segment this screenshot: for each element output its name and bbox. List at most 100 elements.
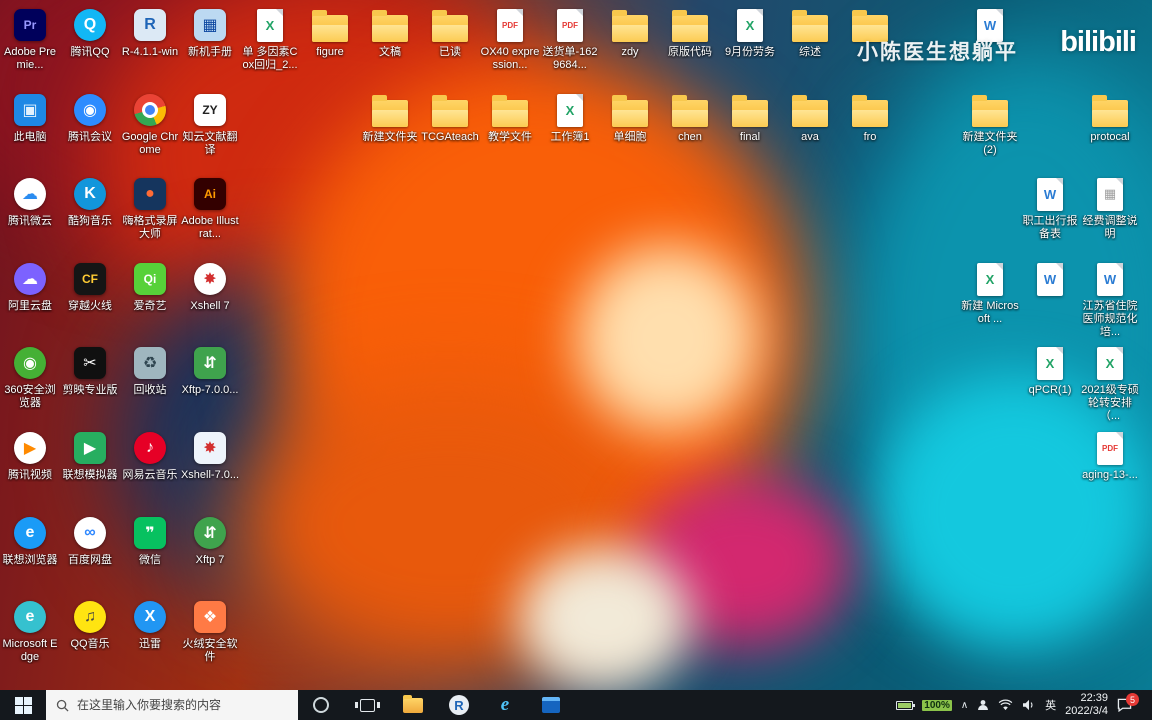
desktop-icon-360-browser[interactable]: ◉ 360安全浏览器 [0,344,60,410]
battery-icon[interactable] [896,700,916,710]
desktop[interactable]: 小陈医生想躺平 bilibili Pr Adobe Premie... ▣ 此电脑 ☁ 腾… [0,0,1152,720]
icon-label: Microsoft Edge [2,638,58,664]
input-language-indicator[interactable]: 英 [1045,697,1056,713]
desktop-icon-recycle-bin[interactable]: ♻ 回收站 [120,344,180,397]
desktop-icon-capcut[interactable]: ✂ 剪映专业版 [60,344,120,397]
desktop-icon-pdf-aging13[interactable]: PDF aging-13-... [1080,429,1140,482]
desktop-icon-kugou-music[interactable]: K 酷狗音乐 [60,175,120,228]
search-input[interactable] [77,698,277,712]
desktop-icon-higeshi-recorder[interactable]: ● 嗨格式录屏大师 [120,175,180,241]
desktop-icon-tencent-meeting[interactable]: ◉ 腾讯会议 [60,91,120,144]
desktop-icon-new-pc-manual[interactable]: ▦ 新机手册 [180,6,240,59]
icon-label: 微信 [139,554,161,566]
icon-label: Xshell-7.0... [180,469,240,481]
desktop-icon-folder-xinjian[interactable]: 新建文件夹 [360,91,420,144]
xshell7-icon: ✸ [180,260,240,298]
desktop-icon-lenovo-emulator[interactable]: ▶ 联想模拟器 [60,429,120,482]
icon-label: 教学文件 [488,131,532,143]
desktop-icon-excel-cox[interactable]: X单 多因素Cox回归_2... [240,6,300,72]
desktop-icon-excel-workbook1[interactable]: X 工作簿1 [540,91,600,144]
desktop-icon-adobe-premiere[interactable]: Pr Adobe Premie... [0,6,60,72]
desktop-icon-folder-yidu[interactable]: 已读 [420,6,480,59]
desktop-icon-xshell-setup[interactable]: ✸ Xshell-7.0... [180,429,240,482]
desktop-icon-folder-jiaoxue[interactable]: 教学文件 [480,91,540,144]
desktop-icon-folder-ava[interactable]: ava [780,91,840,144]
desktop-icon-folder-xinjian2[interactable]: 新建文件夹(2) [960,91,1020,157]
desktop-icon-folder-zongshu[interactable]: 综述 [780,6,840,59]
desktop-icon-adobe-illustrator[interactable]: Ai Adobe Illustrat... [180,175,240,241]
icon-label: 360安全浏览器 [4,384,56,410]
start-button[interactable] [0,690,46,720]
desktop-icon-folder-fro[interactable]: fro [840,91,900,144]
desktop-icon-pdf-ox40[interactable]: PDF OX40 expression... [480,6,540,72]
wifi-icon[interactable] [998,699,1013,711]
qq-music-icon: ♫ [60,598,120,636]
desktop-icon-thunder[interactable]: X 迅雷 [120,598,180,651]
desktop-icon-folder-tcgateach[interactable]: TCGAteach [420,91,480,144]
desktop-icon-excel-qpcr[interactable]: XqPCR(1) [1020,344,1080,397]
desktop-icon-xshell7[interactable]: ✸ Xshell 7 [180,260,240,313]
desktop-icon-qq-music[interactable]: ♫ QQ音乐 [60,598,120,651]
desktop-icon-folder-figure[interactable]: figure [300,6,360,59]
desktop-icon-lenovo-browser[interactable]: e 联想浏览器 [0,514,60,567]
desktop-icon-this-pc[interactable]: ▣ 此电脑 [0,91,60,144]
desktop-icon-microsoft-edge[interactable]: e Microsoft Edge [0,598,60,664]
desktop-icon-iqiyi[interactable]: Qi 爱奇艺 [120,260,180,313]
desktop-icon-aliyun-drive[interactable]: ☁ 阿里云盘 [0,260,60,313]
desktop-icon-zhiyun-translate[interactable]: ZY 知云文献翻译 [180,91,240,157]
excel-cox-icon: X [240,6,300,44]
people-icon[interactable] [977,699,989,711]
desktop-icon-folder-protocal[interactable]: protocal [1080,91,1140,144]
desktop-icon-excel-2021[interactable]: X 2021级专硕轮转安排（... [1080,344,1140,424]
desktop-icon-crossfire[interactable]: CF 穿越火线 [60,260,120,313]
icon-label: 2021级专硕轮转安排（... [1081,384,1139,423]
desktop-icon-folder-chen[interactable]: chen [660,91,720,144]
desktop-icon-netease-music[interactable]: ♪ 网易云音乐 [120,429,180,482]
cortana-button[interactable] [298,690,344,720]
desktop-icon-tencent-qq[interactable]: Q 腾讯QQ [60,6,120,59]
desktop-icon-img-funding-note[interactable]: ▦ 经费调整说明 [1080,175,1140,241]
desktop-icon-xftp7[interactable]: ⇵ Xftp 7 [180,514,240,567]
taskbar: R e 100% ∧ 英 22:39 2022/3/4 5 [0,690,1152,720]
360-browser-icon: ◉ [0,344,60,382]
desktop-icon-pdf-songhuodan[interactable]: PDF 送货单-1629684... [540,6,600,72]
clock[interactable]: 22:39 2022/3/4 [1065,692,1108,717]
icon-label: 单 多因素Cox回归_2... [242,46,298,72]
pinned-file-explorer[interactable] [390,690,436,720]
desktop-icon-baidu-netdisk[interactable]: ∞ 百度网盘 [60,514,120,567]
pinned-internet-explorer[interactable]: e [482,690,528,720]
icon-label: 知云文献翻译 [182,131,238,157]
task-view-icon [354,698,380,712]
desktop-icon-doc-jiangsu[interactable]: W 江苏省住院医师规范化培... [1080,260,1140,340]
pinned-remote-window[interactable] [528,690,574,720]
desktop-icon-xftp-setup[interactable]: ⇵ Xftp-7.0.0... [180,344,240,397]
desktop-icon-google-chrome[interactable]: Google Chrome [120,91,180,157]
desktop-icon-huorong-security[interactable]: ❖ 火绒安全软件 [180,598,240,664]
desktop-icon-folder-final[interactable]: final [720,91,780,144]
desktop-icon-tencent-video[interactable]: ▶ 腾讯视频 [0,429,60,482]
icon-label: Xshell 7 [190,300,230,312]
adobe-premiere-icon: Pr [0,6,60,44]
desktop-icon-tencent-weiyun[interactable]: ☁ 腾讯微云 [0,175,60,228]
task-view-button[interactable] [344,690,390,720]
desktop-icon-doc-unnamed[interactable]: W [1020,260,1080,300]
desktop-icon-folder-danxibao[interactable]: 单细胞 [600,91,660,144]
folder-chen-icon [660,91,720,129]
icon-label: 新机手册 [188,46,232,58]
notification-badge: 5 [1126,693,1139,706]
desktop-icon-folder-zdy[interactable]: zdy [600,6,660,59]
desktop-icon-doc-trip-report[interactable]: W 职工出行报备表 [1020,175,1080,241]
notification-center[interactable]: 5 [1117,693,1139,712]
desktop-icon-excel-new[interactable]: X 新建 Microsoft ... [960,260,1020,326]
tray-expand-icon[interactable]: ∧ [961,700,968,711]
icon-label: Adobe Premie... [4,46,56,72]
desktop-icon-excel-sep-labor[interactable]: X 9月份劳务 [720,6,780,59]
desktop-icon-folder-wengao[interactable]: 文稿 [360,6,420,59]
desktop-icon-folder-yuanban[interactable]: 原版代码 [660,6,720,59]
doc-jiangsu-icon: W [1080,260,1140,298]
pinned-r-console[interactable]: R [436,690,482,720]
taskbar-search[interactable] [46,690,298,720]
desktop-icon-wechat[interactable]: ❞ 微信 [120,514,180,567]
speaker-icon[interactable] [1022,699,1036,711]
desktop-icon-r-installer[interactable]: R R-4.1.1-win [120,6,180,59]
